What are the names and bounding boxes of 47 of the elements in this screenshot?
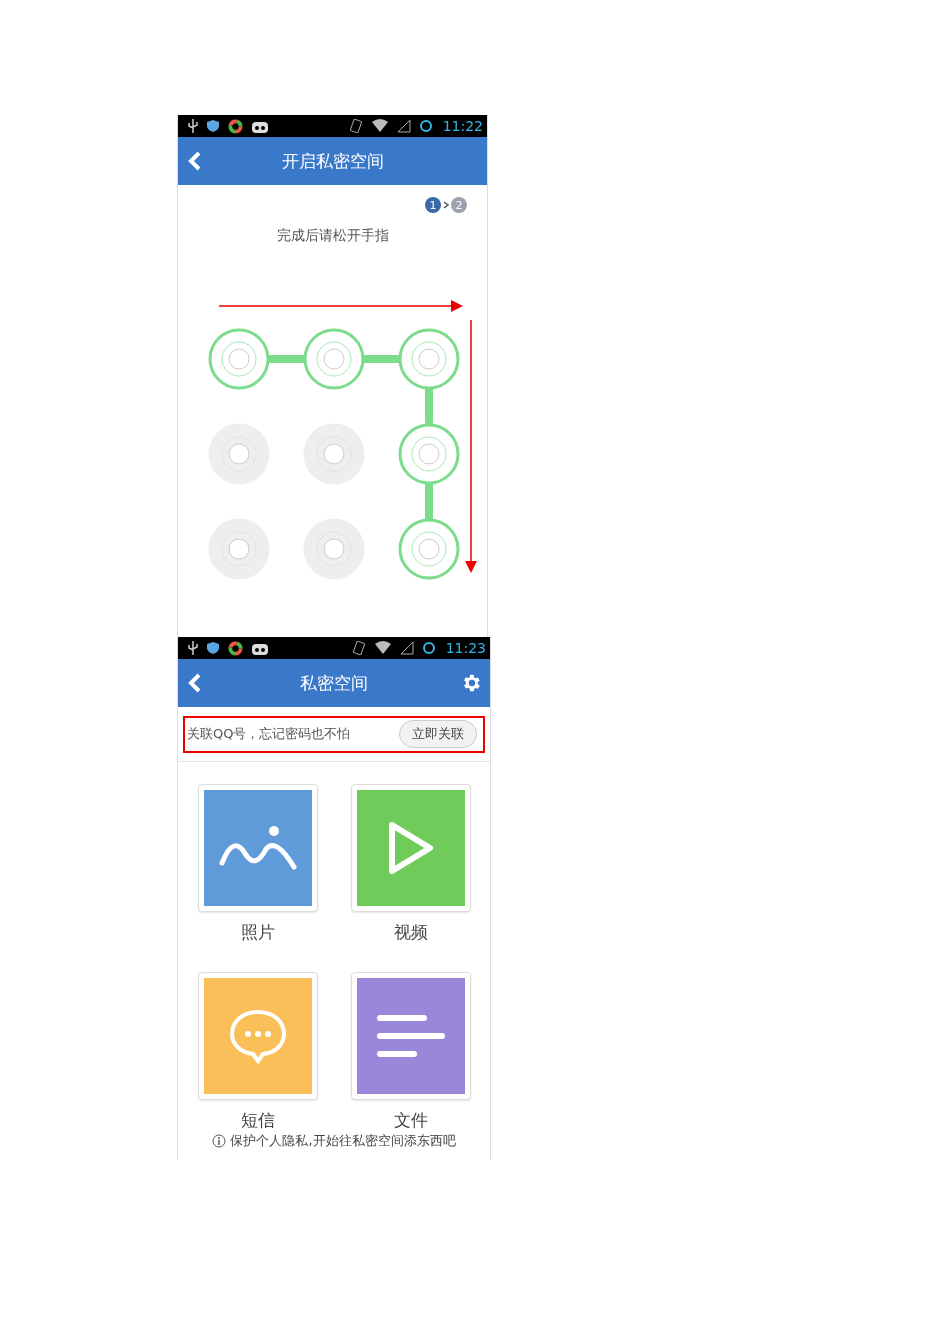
usb-icon — [188, 641, 198, 655]
category-tile[interactable] — [198, 972, 318, 1100]
colorful-ring-icon — [228, 640, 243, 656]
instruction-text: 完成后请松开手指 — [275, 227, 390, 245]
tile-label: 短信 — [241, 1110, 275, 1130]
back-icon[interactable] — [188, 673, 202, 693]
category-tile[interactable] — [198, 784, 318, 912]
tile-label: 视频 — [394, 922, 428, 942]
tile-label: 文件 — [394, 1110, 428, 1130]
footer-tip: 保护个人隐私,开始往私密空间添东西吧 — [230, 1132, 456, 1150]
category-tile[interactable] — [351, 784, 471, 912]
pattern-dot[interactable] — [398, 518, 460, 580]
chat-bubble-icon — [229, 1008, 287, 1064]
link-button[interactable]: 立即关联 — [399, 720, 477, 748]
wifi-icon — [370, 119, 389, 133]
step-indicator: 2 — [451, 197, 467, 213]
tile-label: 照片 — [241, 922, 275, 942]
pattern-dot[interactable] — [303, 328, 365, 390]
info-icon — [212, 1134, 227, 1148]
shield-icon — [206, 119, 220, 133]
loading-ring-icon — [418, 119, 433, 133]
pattern-dot[interactable] — [398, 423, 460, 485]
shield-icon — [206, 641, 220, 655]
play-icon — [387, 820, 435, 876]
back-icon[interactable] — [188, 151, 202, 171]
screen-title: 私密空间 — [300, 671, 368, 695]
signal-icon — [396, 119, 411, 133]
pattern-dot[interactable] — [398, 328, 460, 390]
rotate-icon — [348, 119, 363, 133]
clock-time: 11:22 — [442, 118, 483, 134]
loading-ring-icon — [421, 641, 436, 655]
rotate-icon — [351, 641, 366, 655]
robot-face-icon — [251, 641, 269, 655]
chevron-icon — [443, 201, 449, 209]
banner-text: 关联QQ号，忘记密码也不怕 — [187, 725, 351, 743]
category-tile[interactable] — [351, 972, 471, 1100]
step-indicator: 1 — [425, 197, 441, 213]
colorful-ring-icon — [228, 118, 243, 134]
pattern-dot[interactable] — [208, 328, 270, 390]
picture-icon — [218, 823, 298, 873]
wifi-icon — [373, 641, 392, 655]
screen-title: 开启私密空间 — [281, 149, 384, 173]
robot-face-icon — [251, 119, 269, 133]
text-lines-icon — [376, 1013, 446, 1059]
clock-time: 11:23 — [445, 640, 486, 656]
signal-icon — [399, 641, 414, 655]
usb-icon — [188, 119, 198, 133]
